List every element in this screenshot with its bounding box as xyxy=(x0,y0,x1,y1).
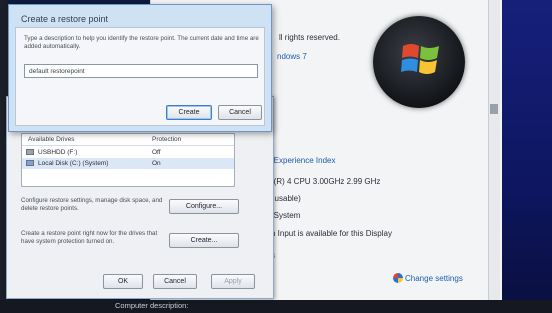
monitor-bezel-bottom xyxy=(0,300,552,313)
drive-row-usbhdd[interactable]: USBHDD (F:) Off xyxy=(22,147,234,158)
create-button[interactable]: Create xyxy=(166,105,212,120)
configure-button[interactable]: Configure... xyxy=(169,199,239,214)
system-drive-icon xyxy=(26,160,34,166)
vertical-scrollbar[interactable] xyxy=(488,0,500,302)
drive-name: Local Disk (C:) (System) xyxy=(38,160,109,167)
drive-icon xyxy=(26,149,34,155)
scroll-thumb[interactable] xyxy=(490,104,498,114)
cancel-button[interactable]: Cancel xyxy=(153,274,197,289)
cancel-button[interactable]: Cancel xyxy=(218,105,262,120)
dialog-description: Type a description to help you identify … xyxy=(24,35,259,50)
drive-protection: Off xyxy=(152,149,161,156)
experience-index-link[interactable]: n Experience Index xyxy=(267,156,336,165)
drives-list-header: Available Drives Protection xyxy=(22,134,234,146)
desktop-background xyxy=(500,0,552,313)
change-settings-link[interactable]: Change settings xyxy=(405,274,463,283)
ok-button[interactable]: OK xyxy=(103,274,143,289)
copyright-text: ll rights reserved. xyxy=(279,33,340,42)
create-restore-point-button[interactable]: Create... xyxy=(169,233,239,248)
dialog-title: Create a restore point xyxy=(21,14,109,24)
dialog-body: Type a description to help you identify … xyxy=(15,27,265,126)
windows-logo-icon xyxy=(401,44,439,74)
computer-description-label: Computer description: xyxy=(115,301,189,310)
create-restore-point-dialog: Create a restore point Type a descriptio… xyxy=(8,4,272,132)
restore-point-description-input[interactable]: default restorepoint xyxy=(24,64,258,78)
drive-protection: On xyxy=(152,160,161,167)
apply-button[interactable]: Apply xyxy=(211,274,255,289)
drive-name: USBHDD (F:) xyxy=(38,149,78,156)
create-description: Create a restore point right now for the… xyxy=(21,230,158,245)
column-protection[interactable]: Protection xyxy=(152,136,181,143)
processor-value: m(R) 4 CPU 3.00GHz 2.99 GHz xyxy=(267,177,381,186)
configure-description: Configure restore settings, manage disk … xyxy=(21,197,163,212)
upgrade-link[interactable]: ndows 7 xyxy=(277,52,307,61)
drives-list[interactable]: Available Drives Protection USBHDD (F:) … xyxy=(21,133,235,187)
drive-row-local-disk[interactable]: Local Disk (C:) (System) On xyxy=(22,158,234,169)
shield-icon xyxy=(393,273,403,283)
pen-touch-value: ch Input is available for this Display xyxy=(267,229,392,238)
column-available-drives[interactable]: Available Drives xyxy=(28,136,74,143)
